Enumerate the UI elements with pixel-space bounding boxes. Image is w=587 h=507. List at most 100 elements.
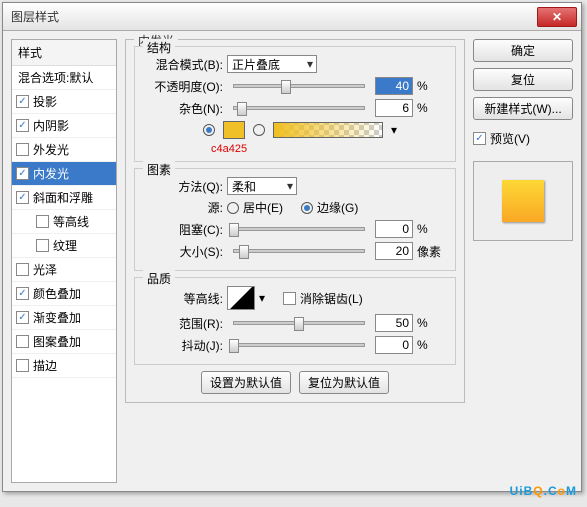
size-unit: 像素 [417, 243, 447, 260]
close-button[interactable]: ✕ [537, 7, 577, 27]
sidebar-item-7[interactable]: 光泽 [12, 258, 116, 282]
noise-label: 杂色(N): [143, 100, 223, 117]
opacity-slider[interactable] [233, 84, 365, 88]
watermark: UiBQ.CoM [510, 475, 577, 501]
contour-picker[interactable] [227, 286, 255, 310]
sidebar-item-label: 光泽 [33, 261, 57, 278]
sidebar-item-10[interactable]: 图案叠加 [12, 330, 116, 354]
jitter-label: 抖动(J): [143, 337, 223, 354]
antialias-label: 消除锯齿(L) [300, 290, 363, 307]
source-center-radio[interactable] [227, 202, 239, 214]
sidebar-item-label: 图案叠加 [33, 333, 81, 350]
sidebar-item-0[interactable]: 投影 [12, 90, 116, 114]
sidebar-item-label: 内阴影 [33, 117, 69, 134]
jitter-unit: % [417, 338, 447, 352]
elements-group: 图素 方法(Q): 柔和 源: 居中(E) 边缘(G) [134, 168, 456, 271]
sidebar-item-label: 描边 [33, 357, 57, 374]
sidebar-checkbox[interactable] [16, 95, 29, 108]
main-area: 内发光 结构 混合模式(B): 正片叠底 不透明度(O): 40 % [125, 39, 573, 483]
sidebar-item-2[interactable]: 外发光 [12, 138, 116, 162]
sidebar-checkbox[interactable] [16, 167, 29, 180]
gradient-radio[interactable] [253, 124, 265, 136]
sidebar-blend-options[interactable]: 混合选项:默认 [12, 66, 116, 90]
new-style-button[interactable]: 新建样式(W)... [473, 97, 573, 120]
antialias-checkbox[interactable] [283, 292, 296, 305]
structure-group: 结构 混合模式(B): 正片叠底 不透明度(O): 40 % 杂色(N) [134, 46, 456, 162]
sidebar-item-3[interactable]: 内发光 [12, 162, 116, 186]
chevron-down-icon[interactable]: ▾ [259, 291, 265, 305]
preview-swatch [502, 180, 544, 222]
right-column: 确定 复位 新建样式(W)... 预览(V) [473, 39, 573, 483]
noise-unit: % [417, 101, 447, 115]
jitter-slider[interactable] [233, 343, 365, 347]
close-icon: ✕ [552, 10, 562, 24]
sidebar-item-label: 斜面和浮雕 [33, 189, 93, 206]
choke-slider[interactable] [233, 227, 365, 231]
noise-slider[interactable] [233, 106, 365, 110]
preview-checkbox[interactable] [473, 132, 486, 145]
style-sidebar: 样式 混合选项:默认 投影内阴影外发光内发光斜面和浮雕等高线纹理光泽颜色叠加渐变… [11, 39, 117, 483]
source-edge-radio[interactable] [301, 202, 313, 214]
set-default-button[interactable]: 设置为默认值 [201, 371, 291, 394]
blend-mode-select[interactable]: 正片叠底 [227, 55, 317, 73]
dialog-title: 图层样式 [7, 8, 537, 25]
blend-mode-label: 混合模式(B): [143, 56, 223, 73]
sidebar-checkbox[interactable] [16, 143, 29, 156]
choke-unit: % [417, 222, 447, 236]
source-edge-label: 边缘(G) [317, 199, 358, 216]
sidebar-checkbox[interactable] [16, 191, 29, 204]
ok-button[interactable]: 确定 [473, 39, 573, 62]
sidebar-item-1[interactable]: 内阴影 [12, 114, 116, 138]
reset-default-button[interactable]: 复位为默认值 [299, 371, 389, 394]
sidebar-item-5[interactable]: 等高线 [12, 210, 116, 234]
sidebar-item-label: 外发光 [33, 141, 69, 158]
range-slider[interactable] [233, 321, 365, 325]
color-swatch[interactable] [223, 121, 245, 139]
range-input[interactable]: 50 [375, 314, 413, 332]
sidebar-checkbox[interactable] [16, 263, 29, 276]
sidebar-item-4[interactable]: 斜面和浮雕 [12, 186, 116, 210]
source-label: 源: [143, 199, 223, 216]
sidebar-checkbox[interactable] [16, 311, 29, 324]
sidebar-item-label: 投影 [33, 93, 57, 110]
layer-style-dialog: 图层样式 ✕ 样式 混合选项:默认 投影内阴影外发光内发光斜面和浮雕等高线纹理光… [2, 2, 582, 492]
sidebar-checkbox[interactable] [16, 359, 29, 372]
opacity-label: 不透明度(O): [143, 78, 223, 95]
sidebar-checkbox[interactable] [36, 239, 49, 252]
contour-label: 等高线: [143, 290, 223, 307]
jitter-input[interactable]: 0 [375, 336, 413, 354]
sidebar-item-11[interactable]: 描边 [12, 354, 116, 378]
source-center-label: 居中(E) [243, 199, 283, 216]
range-label: 范围(R): [143, 315, 223, 332]
sidebar-item-label: 渐变叠加 [33, 309, 81, 326]
quality-title: 品质 [143, 270, 175, 287]
sidebar-item-9[interactable]: 渐变叠加 [12, 306, 116, 330]
elements-title: 图素 [143, 161, 175, 178]
chevron-down-icon[interactable]: ▾ [391, 123, 397, 137]
color-radio[interactable] [203, 124, 215, 136]
choke-input[interactable]: 0 [375, 220, 413, 238]
sidebar-checkbox[interactable] [16, 287, 29, 300]
opacity-input[interactable]: 40 [375, 77, 413, 95]
sidebar-header: 样式 [12, 40, 116, 66]
sidebar-item-6[interactable]: 纹理 [12, 234, 116, 258]
size-slider[interactable] [233, 249, 365, 253]
cancel-button[interactable]: 复位 [473, 68, 573, 91]
sidebar-checkbox[interactable] [16, 119, 29, 132]
quality-group: 品质 等高线: ▾ 消除锯齿(L) 范围(R): 50 [134, 277, 456, 365]
sidebar-item-label: 内发光 [33, 165, 69, 182]
noise-input[interactable]: 6 [375, 99, 413, 117]
preview-box [473, 161, 573, 241]
choke-label: 阻塞(C): [143, 221, 223, 238]
method-select[interactable]: 柔和 [227, 177, 297, 195]
method-label: 方法(Q): [143, 178, 223, 195]
size-input[interactable]: 20 [375, 242, 413, 260]
sidebar-checkbox[interactable] [36, 215, 49, 228]
sidebar-checkbox[interactable] [16, 335, 29, 348]
size-label: 大小(S): [143, 243, 223, 260]
preview-label: 预览(V) [490, 130, 530, 147]
opacity-unit: % [417, 79, 447, 93]
sidebar-item-8[interactable]: 颜色叠加 [12, 282, 116, 306]
gradient-swatch[interactable] [273, 122, 383, 138]
titlebar: 图层样式 ✕ [3, 3, 581, 31]
